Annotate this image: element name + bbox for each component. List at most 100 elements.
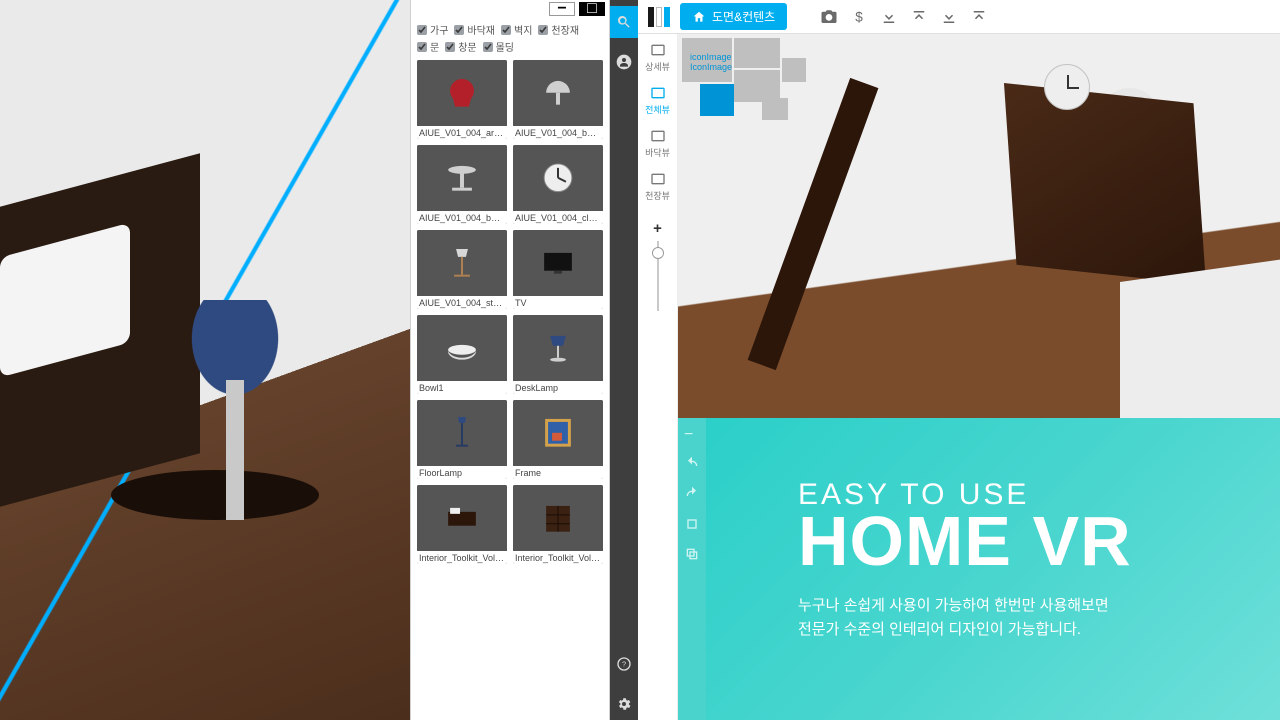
filter-5[interactable]: 창문 xyxy=(445,39,476,54)
plan-content-button[interactable]: 도면&컨텐츠 xyxy=(680,3,787,30)
viewtab-floorview[interactable]: 바닥뷰 xyxy=(638,124,678,165)
minimize-button[interactable]: − xyxy=(549,2,575,16)
secondary-3d-viewport[interactable]: iconImageIconImage xyxy=(678,34,1280,418)
asset-caption: AIUE_V01_004_armchair xyxy=(417,126,507,139)
maximize-button[interactable]: □ xyxy=(579,2,605,16)
window-controls: − □ xyxy=(411,0,609,18)
asset-card[interactable]: Frame xyxy=(513,400,603,479)
filter-checkbox[interactable] xyxy=(417,42,427,52)
promo-title: HOME VR xyxy=(798,506,1280,576)
viewtab-ceilview[interactable]: 천장뷰 xyxy=(638,167,678,208)
asset-card[interactable]: AIUE_V01_004_standinglamp xyxy=(417,230,507,309)
user-icon[interactable] xyxy=(610,46,638,78)
asset-card[interactable]: AIUE_V01_004_bedsidetable xyxy=(417,145,507,224)
asset-thumb xyxy=(417,315,507,381)
upload-2-icon[interactable] xyxy=(969,7,989,27)
side-table-mesh xyxy=(111,470,319,520)
download-2-icon[interactable] xyxy=(939,7,959,27)
asset-caption: Frame xyxy=(513,466,603,479)
asset-caption: AIUE_V01_004_clock xyxy=(513,211,603,224)
svg-text:$: $ xyxy=(855,9,863,24)
asset-thumb xyxy=(513,145,603,211)
asset-thumb xyxy=(417,485,507,551)
minimap-label: iconImageIconImage xyxy=(690,52,732,72)
help-icon[interactable]: ? xyxy=(610,648,638,680)
zoomout-icon[interactable]: − xyxy=(684,426,700,442)
right-pane: 도면&컨텐츠 $ 상세뷰전체뷰바닥뷰천장뷰 + xyxy=(638,0,1280,720)
asset-thumb xyxy=(417,400,507,466)
asset-thumb xyxy=(513,315,603,381)
asset-card[interactable]: DeskLamp xyxy=(513,315,603,394)
viewtab-fullview[interactable]: 전체뷰 xyxy=(638,81,678,122)
asset-caption: Bowl1 xyxy=(417,381,507,394)
filter-checkbox[interactable] xyxy=(417,25,427,35)
filter-checkbox[interactable] xyxy=(538,25,548,35)
asset-scroll[interactable]: AIUE_V01_004_armchair AIUE_V01_004_bedsi… xyxy=(411,60,609,720)
viewtab-label: 상세뷰 xyxy=(645,60,670,73)
filter-label: 벽지 xyxy=(514,22,532,37)
asset-card[interactable]: AIUE_V01_004_clock xyxy=(513,145,603,224)
filter-checkbox[interactable] xyxy=(501,25,511,35)
settings-icon[interactable] xyxy=(610,688,638,720)
crop-icon[interactable] xyxy=(684,516,700,532)
filter-label: 천장재 xyxy=(551,22,579,37)
search-icon[interactable] xyxy=(610,6,638,38)
asset-caption: DeskLamp xyxy=(513,381,603,394)
filter-checkbox[interactable] xyxy=(483,42,493,52)
filter-3[interactable]: 천장재 xyxy=(538,22,579,37)
filter-checkbox[interactable] xyxy=(445,42,455,52)
top-toolbar: 도면&컨텐츠 $ xyxy=(638,0,1280,34)
filter-0[interactable]: 가구 xyxy=(417,22,448,37)
lamp-mesh xyxy=(180,300,290,410)
filter-label: 문 xyxy=(430,39,439,54)
filter-checkbox[interactable] xyxy=(454,25,464,35)
price-icon[interactable]: $ xyxy=(849,7,869,27)
layers-icon[interactable] xyxy=(684,546,700,562)
asset-caption: FloorLamp xyxy=(417,466,507,479)
asset-card[interactable]: Interior_Toolkit_Vol_1_Bed xyxy=(417,485,507,564)
side-strip: ? xyxy=(610,0,638,720)
undo-icon[interactable] xyxy=(684,456,700,472)
main-3d-viewport[interactable] xyxy=(0,0,410,720)
asset-caption: AIUE_V01_004_bedsidelamp xyxy=(513,126,603,139)
wallclock-mesh xyxy=(1044,64,1090,110)
download-icon[interactable] xyxy=(879,7,899,27)
viewtab-label: 전체뷰 xyxy=(645,103,670,116)
upload-icon[interactable] xyxy=(909,7,929,27)
asset-caption: AIUE_V01_004_bedsidetable xyxy=(417,211,507,224)
filter-label: 창문 xyxy=(458,39,476,54)
zoom-knob[interactable] xyxy=(652,247,664,259)
asset-card[interactable]: FloorLamp xyxy=(417,400,507,479)
asset-card[interactable]: AIUE_V01_004_bedsidelamp xyxy=(513,60,603,139)
minimap[interactable]: iconImageIconImage xyxy=(682,38,812,128)
filter-4[interactable]: 문 xyxy=(417,39,439,54)
viewtab-iconview[interactable]: 상세뷰 xyxy=(638,38,678,79)
asset-card[interactable]: AIUE_V01_004_armchair xyxy=(417,60,507,139)
redo-icon[interactable] xyxy=(684,486,700,502)
asset-card[interactable]: Interior_Toolkit_Vol_1_Dresser xyxy=(513,485,603,564)
filter-label: 바닥재 xyxy=(467,22,495,37)
zoom-control[interactable]: + xyxy=(638,220,678,311)
camera-icon[interactable] xyxy=(819,7,839,27)
asset-caption: TV xyxy=(513,296,603,309)
viewtab-label: 천장뷰 xyxy=(645,189,670,202)
filter-6[interactable]: 몰딩 xyxy=(483,39,514,54)
view-tabs: 상세뷰전체뷰바닥뷰천장뷰 + xyxy=(638,34,678,720)
zoom-plus-icon[interactable]: + xyxy=(653,220,662,237)
zoom-track[interactable] xyxy=(657,241,659,311)
asset-card[interactable]: Bowl1 xyxy=(417,315,507,394)
asset-panel: − □ 가구 바닥재 벽지 천장재문 창문 몰딩 AIUE_V01_004_armchai… xyxy=(410,0,610,720)
asset-thumb xyxy=(513,60,603,126)
edit-toolstrip: − xyxy=(678,418,706,720)
asset-thumb xyxy=(513,230,603,296)
filter-2[interactable]: 벽지 xyxy=(501,22,532,37)
asset-card[interactable]: TV xyxy=(513,230,603,309)
viewtab-label: 바닥뷰 xyxy=(645,146,670,159)
asset-caption: AIUE_V01_004_standinglamp xyxy=(417,296,507,309)
category-filters: 가구 바닥재 벽지 천장재문 창문 몰딩 xyxy=(411,18,609,60)
svg-text:?: ? xyxy=(622,660,626,669)
filter-1[interactable]: 바닥재 xyxy=(454,22,495,37)
color-swatches[interactable] xyxy=(648,7,670,27)
asset-thumb xyxy=(513,485,603,551)
asset-caption: Interior_Toolkit_Vol_1_Dresser xyxy=(513,551,603,564)
